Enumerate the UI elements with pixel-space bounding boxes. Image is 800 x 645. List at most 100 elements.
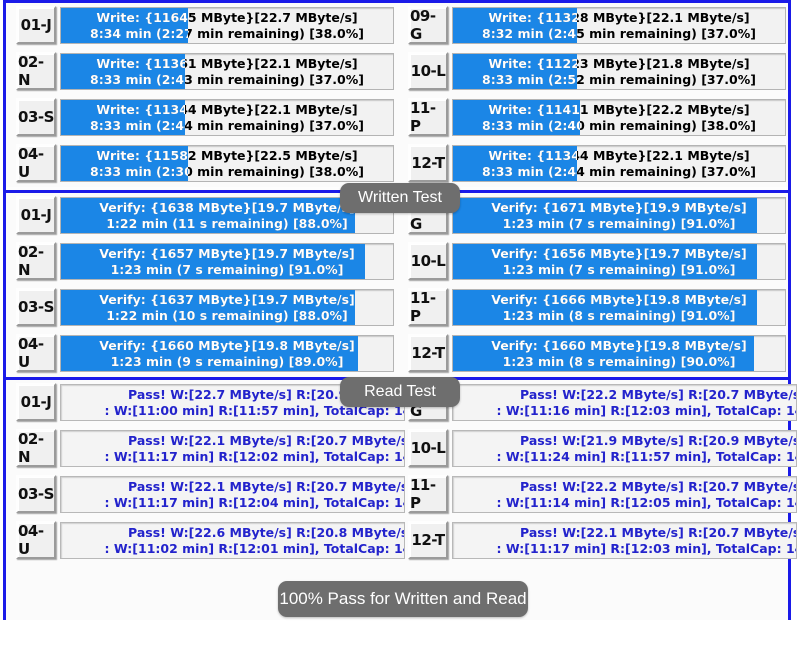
pass-result-line1: Pass! W:[21.9 MByte/s] R:[20.9 MByte/s]: [520, 432, 797, 448]
progress-text-line1-highlight: Write: {11328 MByte}[22.1 MByte/s]: [488, 9, 577, 25]
verify-progress-bar: Verify: {1671 MByte}[19.9 MByte/s] 1:23 m…: [452, 197, 786, 234]
write-row: 11-P Write: {11411 MByte}[22.2 MByte/s] 8:…: [402, 95, 792, 139]
progress-text-line2-highlight: 1:23 min (7 s remaining) [91.0%]: [502, 261, 736, 277]
progress-text-line1-highlight: Write: {11344 MByte}[22.1 MByte/s]: [488, 147, 577, 163]
slot-id-button[interactable]: 02-N: [16, 429, 56, 467]
progress-text-highlight: Verify: {1660 MByte}[19.8 MByte/s] 1:23 m…: [453, 336, 754, 371]
progress-text-line1-highlight: Write: {11344 MByte}[22.1 MByte/s]: [96, 101, 185, 117]
verify-progress-bar: Verify: {1637 MByte}[19.7 MByte/s] 1:22 m…: [60, 289, 394, 326]
slot-id-button[interactable]: 03-S: [16, 288, 56, 326]
progress-text-line1-highlight: Verify: {1638 MByte}[19.7 MByte/s]: [99, 199, 355, 215]
slot-id-button[interactable]: 11-P: [408, 288, 448, 326]
slot-id-button[interactable]: 03-S: [16, 475, 56, 513]
read-test-label: Read Test: [340, 377, 460, 407]
slot-id-button[interactable]: 11-P: [408, 475, 448, 513]
pass-result-line2: : W:[11:17 min] R:[12:03 min], TotalCap:…: [496, 540, 797, 556]
progress-text-line1-highlight: Verify: {1671 MByte}[19.9 MByte/s]: [491, 199, 747, 215]
progress-text-line2-highlight: 1:23 min (9 s remaining) [89.0%]: [110, 353, 344, 369]
progress-text-line1-highlight: Verify: {1637 MByte}[19.7 MByte/s]: [99, 291, 355, 307]
duplicator-status-window: 01-J Write: {11645 MByte}[22.7 MByte/s] 8:…: [3, 0, 797, 620]
pass-result-row: 03-S Pass! W:[22.1 MByte/s] R:[20.7 MByte…: [10, 472, 405, 516]
verify-row: 04-U Verify: {1660 MByte}[19.8 MByte/s] 1:…: [10, 331, 400, 375]
pass-result-line1: Pass! W:[22.6 MByte/s] R:[20.8 MByte/s]: [128, 524, 405, 540]
write-row: 12-T Write: {11344 MByte}[22.1 MByte/s] 8:…: [402, 141, 792, 185]
written-test-label: Written Test: [340, 183, 460, 213]
slot-id-button[interactable]: 11-P: [408, 98, 448, 136]
progress-text-line1-highlight: Verify: {1660 MByte}[19.8 MByte/s]: [491, 337, 747, 353]
pass-result-line1: Pass! W:[22.1 MByte/s] R:[20.7 MByte/s]: [128, 432, 405, 448]
progress-text-highlight: Write: {11344 MByte}[22.1 MByte/s]8:33 m…: [453, 146, 577, 181]
pass-result-line1: Pass! W:[22.1 MByte/s] R:[20.7 MByte/s]: [128, 478, 405, 494]
write-progress-bar: Write: {11344 MByte}[22.1 MByte/s] 8:33 m…: [60, 99, 394, 136]
progress-text-line2-highlight: 8:33 min (2:44 min remaining) [37.0%]: [90, 117, 185, 133]
pass-result-row: 09-GPass! W:[22.2 MByte/s] R:[20.7 MByte…: [402, 380, 797, 424]
progress-text-line2-highlight: 8:32 min (2:45 min remaining) [37.0%]: [482, 25, 577, 41]
progress-text-highlight: Verify: {1666 MByte}[19.8 MByte/s] 1:23 m…: [453, 290, 757, 325]
progress-text-line1-highlight: Verify: {1656 MByte}[19.7 MByte/s]: [491, 245, 747, 261]
slot-id-button[interactable]: 01-J: [16, 383, 56, 421]
pass-result-row: 10-L Pass! W:[21.9 MByte/s] R:[20.9 MByte…: [402, 426, 797, 470]
verify-row: 02-N Verify: {1657 MByte}[19.7 MByte/s] 1:…: [10, 239, 400, 283]
pass-result-panel: Pass! W:[22.1 MByte/s] R:[20.7 MByte/s]:…: [60, 430, 405, 467]
pass-result-text: Pass! W:[22.2 MByte/s] R:[20.7 MByte/s]:…: [453, 385, 797, 420]
progress-text-highlight: Write: {11361 MByte}[22.1 MByte/s]8:33 m…: [61, 54, 185, 89]
slot-id-button[interactable]: 12-T: [408, 334, 448, 372]
verify-row: 10-L Verify: {1656 MByte}[19.7 MByte/s] 1:…: [402, 239, 792, 283]
progress-text-line1-highlight: Write: {11411 MByte}[22.2 MByte/s]: [488, 101, 580, 117]
pass-result-panel: Pass! W:[21.9 MByte/s] R:[20.9 MByte/s]:…: [452, 430, 797, 467]
progress-text-line2-highlight: 1:23 min (8 s remaining) [91.0%]: [502, 307, 736, 323]
slot-id-button[interactable]: 02-N: [16, 242, 56, 280]
write-row: 04-U Write: {11582 MByte}[22.5 MByte/s] 8:…: [10, 141, 400, 185]
slot-id-button[interactable]: 04-U: [16, 521, 56, 559]
pass-result-row: 02-N Pass! W:[22.1 MByte/s] R:[20.7 MByte…: [10, 426, 405, 470]
progress-text-line2-highlight: 8:33 min (2:43 min remaining) [37.0%]: [90, 71, 185, 87]
pass-result-panel: Pass! W:[22.2 MByte/s] R:[20.7 MByte/s]:…: [452, 384, 797, 421]
pass-result-line1: Pass! W:[22.2 MByte/s] R:[20.7 MByte/s]: [520, 386, 797, 402]
pass-result-line2: : W:[11:02 min] R:[12:01 min], TotalCap:…: [104, 540, 405, 556]
slot-id-button[interactable]: 02-N: [16, 52, 56, 90]
progress-text-highlight: Verify: {1671 MByte}[19.9 MByte/s] 1:23 m…: [453, 198, 757, 233]
slot-id-button[interactable]: 10-L: [408, 429, 448, 467]
write-row: 10-L Write: {11223 MByte}[21.8 MByte/s] 8:…: [402, 49, 792, 93]
slot-id-button[interactable]: 10-L: [408, 242, 448, 280]
write-progress-bar: Write: {11582 MByte}[22.5 MByte/s] 8:33 m…: [60, 145, 394, 182]
pass-result-text: Pass! W:[22.1 MByte/s] R:[20.7 MByte/s]:…: [61, 477, 405, 512]
write-test-section: 01-J Write: {11645 MByte}[22.7 MByte/s] 8:…: [6, 3, 788, 187]
slot-id-button[interactable]: 01-J: [16, 6, 56, 44]
slot-id-button[interactable]: 09-G: [408, 6, 448, 44]
progress-text-highlight: Write: {11645 MByte}[22.7 MByte/s]8:34 m…: [61, 8, 188, 43]
pass-result-row: 04-U Pass! W:[22.6 MByte/s] R:[20.8 MByte…: [10, 518, 405, 562]
slot-id-button[interactable]: 01-J: [16, 196, 56, 234]
write-test-column-left: 01-J Write: {11645 MByte}[22.7 MByte/s] 8:…: [10, 3, 400, 187]
progress-text-highlight: Verify: {1657 MByte}[19.7 MByte/s] 1:23 m…: [61, 244, 365, 279]
progress-text-line2-highlight: 8:34 min (2:27 min remaining) [38.0%]: [90, 25, 188, 41]
slot-id-button[interactable]: 10-L: [408, 52, 448, 90]
progress-text-line2-highlight: 1:23 min (7 s remaining) [91.0%]: [502, 215, 736, 231]
progress-text-highlight: Write: {11328 MByte}[22.1 MByte/s]8:32 m…: [453, 8, 577, 43]
progress-text-line2-highlight: 8:33 min (2:40 min remaining) [38.0%]: [482, 117, 580, 133]
progress-text-line1-highlight: Write: {11582 MByte}[22.5 MByte/s]: [96, 147, 188, 163]
slot-id-button[interactable]: 12-T: [408, 521, 448, 559]
slot-id-button[interactable]: 04-U: [16, 334, 56, 372]
write-row: 01-J Write: {11645 MByte}[22.7 MByte/s] 8:…: [10, 3, 400, 47]
slot-id-button[interactable]: 03-S: [16, 98, 56, 136]
verify-progress-bar: Verify: {1656 MByte}[19.7 MByte/s] 1:23 m…: [452, 243, 786, 280]
slot-id-button[interactable]: 04-U: [16, 144, 56, 182]
verify-progress-bar: Verify: {1660 MByte}[19.8 MByte/s] 1:23 m…: [452, 335, 786, 372]
verify-row: 03-S Verify: {1637 MByte}[19.7 MByte/s] 1:…: [10, 285, 400, 329]
pass-result-line1: Pass! W:[22.1 MByte/s] R:[20.7 MByte/s]: [520, 524, 797, 540]
slot-id-button[interactable]: 12-T: [408, 144, 448, 182]
pass-summary-column-left: 01-J Pass! W:[22.7 MByte/s] R:[20.9 MByte…: [10, 380, 405, 564]
pass-result-text: Pass! W:[22.1 MByte/s] R:[20.7 MByte/s]:…: [453, 523, 797, 558]
progress-text-highlight: Write: {11223 MByte}[21.8 MByte/s]8:33 m…: [453, 54, 577, 89]
write-progress-bar: Write: {11223 MByte}[21.8 MByte/s] 8:33 m…: [452, 53, 786, 90]
pass-result-row: 11-P Pass! W:[22.2 MByte/s] R:[20.7 MByte…: [402, 472, 797, 516]
pass-result-panel: Pass! W:[22.1 MByte/s] R:[20.7 MByte/s]:…: [452, 522, 797, 559]
pass-result-row: 12-T Pass! W:[22.1 MByte/s] R:[20.7 MByte…: [402, 518, 797, 562]
pass-result-line2: : W:[11:24 min] R:[11:57 min], TotalCap:…: [496, 448, 797, 464]
read-test-section: 01-J Verify: {1638 MByte}[19.7 MByte/s] 1:…: [6, 190, 788, 377]
progress-text-line1-highlight: Write: {11361 MByte}[22.1 MByte/s]: [96, 55, 185, 71]
progress-text-line2-highlight: 1:22 min (10 s remaining) [88.0%]: [106, 307, 348, 323]
progress-text-highlight: Verify: {1638 MByte}[19.7 MByte/s] 1:22 m…: [61, 198, 355, 233]
write-row: 02-N Write: {11361 MByte}[22.1 MByte/s] 8:…: [10, 49, 400, 93]
